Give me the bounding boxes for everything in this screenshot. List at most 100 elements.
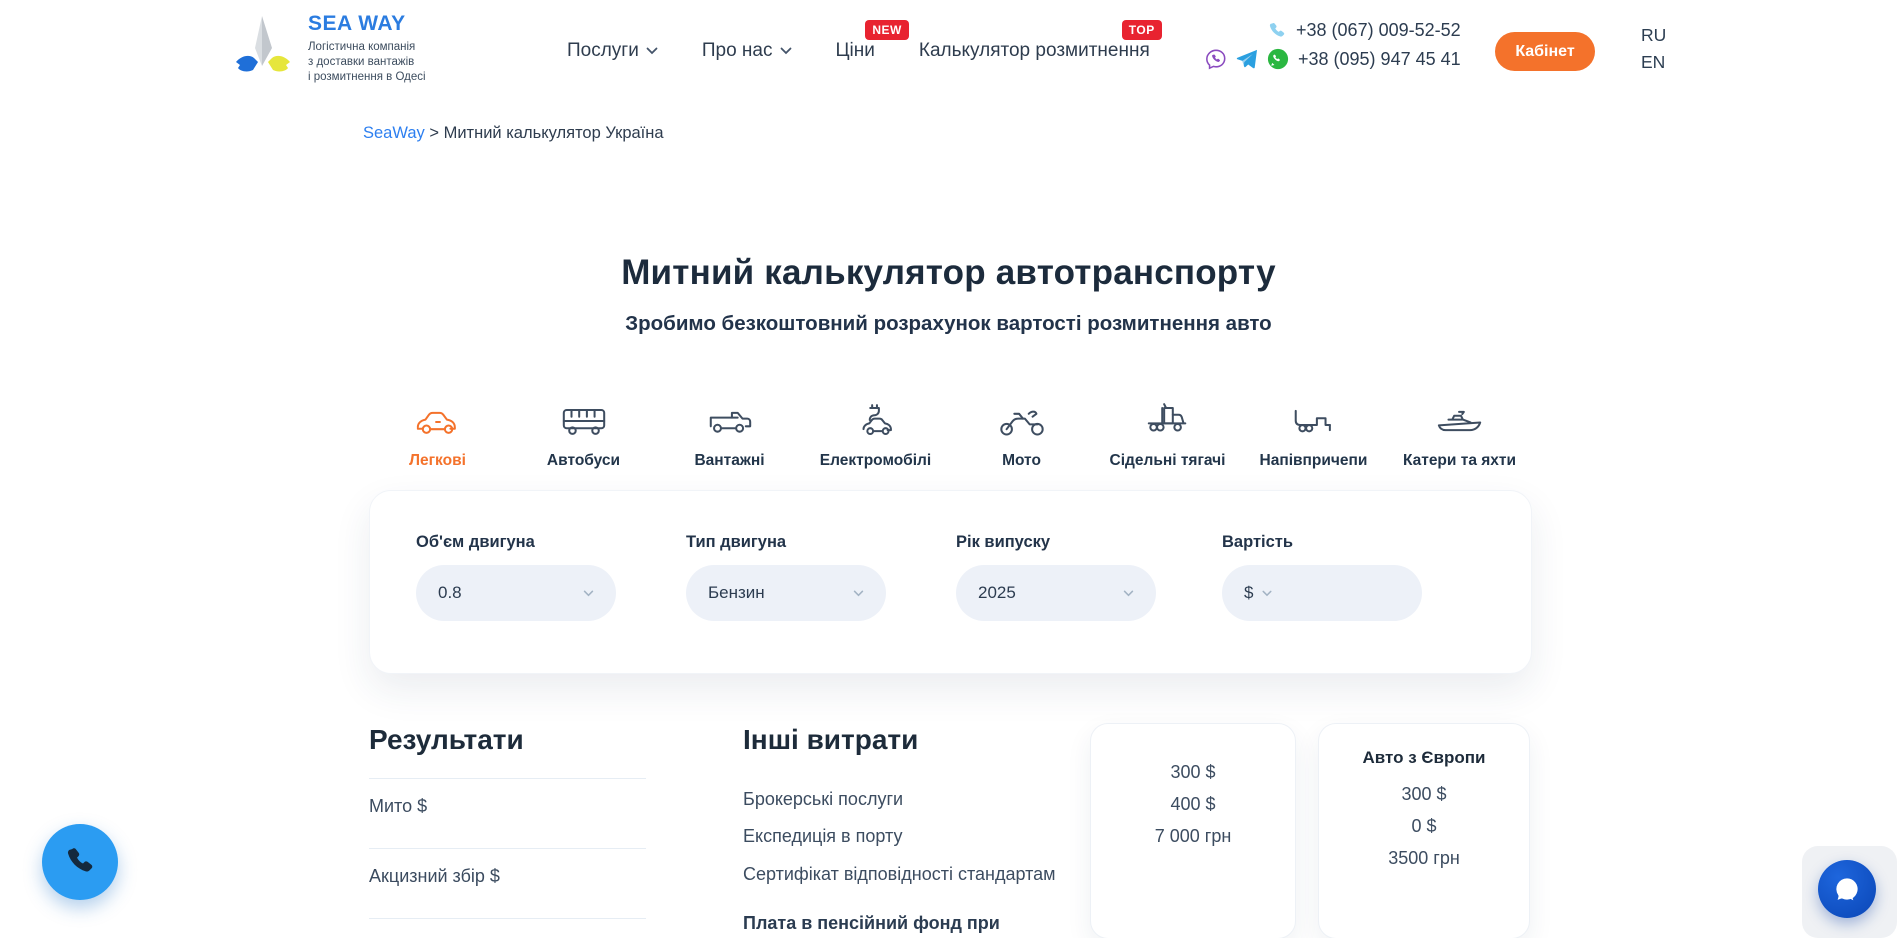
engine-volume-value: 0.8 <box>438 583 462 603</box>
truck-icon <box>705 392 755 438</box>
engine-type-select[interactable]: Бензин <box>686 565 886 621</box>
phone-row-2: +38 (095) 947 45 41 <box>1205 48 1461 70</box>
tab-label: Катери та яхти <box>1403 452 1516 470</box>
electric-car-icon <box>851 392 901 438</box>
engine-type-label: Тип двигуна <box>686 533 886 552</box>
chevron-down-icon <box>583 590 594 597</box>
breadcrumb-current: Митний калькулятор Україна <box>444 124 664 142</box>
cost-label: Вартість <box>1222 533 1422 552</box>
result-row-duty: Мито $ <box>369 778 646 848</box>
new-badge: NEW <box>865 20 909 40</box>
phone-icon <box>1267 21 1287 41</box>
messenger-icons <box>1205 48 1289 70</box>
logo-title: SEA WAY <box>308 12 426 36</box>
tab-label: Легкові <box>409 452 466 470</box>
calculator-form-card: Об'єм двигуна 0.8 Тип двигуна Бензин Рік… <box>369 490 1532 674</box>
bus-icon <box>559 392 609 438</box>
tab-semi-trailers[interactable]: Напівпричепи <box>1241 392 1387 470</box>
tab-buses[interactable]: Автобуси <box>511 392 657 470</box>
engine-volume-select[interactable]: 0.8 <box>416 565 616 621</box>
card-title: Авто з Європи <box>1319 748 1529 768</box>
engine-volume-label: Об'єм двигуна <box>416 533 616 552</box>
costs-card-europe: Авто з Європи 300 $ 0 $ 3500 грн <box>1318 723 1530 938</box>
result-row-excise: Акцизний збір $ <box>369 848 646 918</box>
viber-icon[interactable] <box>1205 48 1227 70</box>
language-switcher: RU EN <box>1641 23 1666 75</box>
breadcrumb: SeaWay > Митний калькулятор Україна <box>363 124 664 143</box>
cost-item-broker: Брокерські послуги <box>743 788 1103 811</box>
card-value: 300 $ <box>1091 762 1295 783</box>
tab-label: Напівпричепи <box>1260 452 1368 470</box>
tab-label: Сідельні тягачі <box>1110 452 1226 470</box>
cost-input[interactable] <box>1282 583 1400 603</box>
cost-item-certificate: Сертифікат відповідності стандартам <box>743 863 1103 886</box>
cabinet-button[interactable]: Кабінет <box>1495 32 1595 71</box>
card-value: 3500 грн <box>1319 848 1529 869</box>
chevron-down-icon <box>1123 590 1134 597</box>
year-value: 2025 <box>978 583 1016 603</box>
tab-electric-cars[interactable]: Електромобілі <box>803 392 949 470</box>
tab-label: Автобуси <box>547 452 620 470</box>
lang-ru[interactable]: RU <box>1641 23 1666 48</box>
chevron-down-icon <box>1262 590 1272 597</box>
card-value: 7 000 грн <box>1091 826 1295 847</box>
nav-label: Послуги <box>567 40 639 62</box>
nav-item-services[interactable]: Послуги <box>567 40 658 62</box>
trailer-icon <box>1289 392 1339 438</box>
card-value: 0 $ <box>1319 816 1529 837</box>
logo[interactable]: SEA WAY Логістична компанія з доставки в… <box>232 12 426 86</box>
nav-item-about[interactable]: Про нас <box>702 40 792 62</box>
telegram-icon[interactable] <box>1236 49 1258 69</box>
year-label: Рік випуску <box>956 533 1156 552</box>
tab-label: Вантажні <box>694 452 764 470</box>
currency-select[interactable]: $ <box>1244 583 1253 603</box>
chevron-down-icon <box>780 47 792 55</box>
tab-moto[interactable]: Мото <box>949 392 1095 470</box>
cost-item-pension-fund: Плата в пенсійний фонд при реєстрації МР… <box>743 912 1043 938</box>
result-row-divider <box>369 918 646 919</box>
header-contacts: +38 (067) 009-52-52 +38 (095) 947 45 41 <box>1205 20 1461 70</box>
phone-number-1[interactable]: +38 (067) 009-52-52 <box>1296 20 1461 41</box>
results-title: Результати <box>369 724 646 756</box>
call-fab-button[interactable] <box>42 824 118 900</box>
page: SEA WAY Логістична компанія з доставки в… <box>0 0 1897 938</box>
costs-card-general: 300 $ 400 $ 7 000 грн <box>1090 723 1296 938</box>
page-subtitle: Зробимо безкоштовний розрахунок вартості… <box>0 312 1897 336</box>
nav-item-prices[interactable]: Ціни NEW <box>836 40 875 62</box>
phone-number-2[interactable]: +38 (095) 947 45 41 <box>1298 49 1461 70</box>
lang-en[interactable]: EN <box>1641 50 1666 75</box>
chat-fab-button[interactable] <box>1818 860 1876 918</box>
yacht-icon <box>1435 392 1485 438</box>
tab-semi-tractors[interactable]: Сідельні тягачі <box>1095 392 1241 470</box>
tab-trucks[interactable]: Вантажні <box>657 392 803 470</box>
phone-row-1: +38 (067) 009-52-52 <box>1205 20 1461 41</box>
nav-label: Про нас <box>702 40 773 62</box>
main-nav: Послуги Про нас Ціни NEW Калькулятор роз… <box>567 0 1150 102</box>
semi-truck-icon <box>1143 392 1193 438</box>
engine-volume-group: Об'єм двигуна 0.8 <box>416 533 616 621</box>
car-icon <box>413 392 463 438</box>
nav-label: Ціни <box>836 40 875 62</box>
breadcrumb-separator: > <box>429 124 439 142</box>
chevron-down-icon <box>646 47 658 55</box>
results-section: Результати Мито $ Акцизний збір $ <box>369 724 646 919</box>
logo-text: SEA WAY Логістична компанія з доставки в… <box>308 12 426 86</box>
nav-item-calculator[interactable]: Калькулятор розмитнення TOP <box>919 40 1150 62</box>
phone-icon <box>63 845 97 879</box>
vehicle-type-tabs: Легкові Автобуси Вантажні <box>365 392 1533 470</box>
year-select[interactable]: 2025 <box>956 565 1156 621</box>
other-costs-title: Інші витрати <box>743 724 1103 756</box>
breadcrumb-home-link[interactable]: SeaWay <box>363 124 425 142</box>
engine-type-value: Бензин <box>708 583 765 603</box>
cost-field[interactable]: $ <box>1222 565 1422 621</box>
engine-type-group: Тип двигуна Бензин <box>686 533 886 621</box>
top-badge: TOP <box>1122 20 1162 40</box>
tab-boats-yachts[interactable]: Катери та яхти <box>1387 392 1533 470</box>
year-group: Рік випуску 2025 <box>956 533 1156 621</box>
cost-group: Вартість $ <box>1222 533 1422 621</box>
logo-tagline: Логістична компанія з доставки вантажів … <box>308 40 426 86</box>
tab-label: Мото <box>1002 452 1041 470</box>
whatsapp-icon[interactable] <box>1267 48 1289 70</box>
tab-cars[interactable]: Легкові <box>365 392 511 470</box>
card-value: 300 $ <box>1319 784 1529 805</box>
